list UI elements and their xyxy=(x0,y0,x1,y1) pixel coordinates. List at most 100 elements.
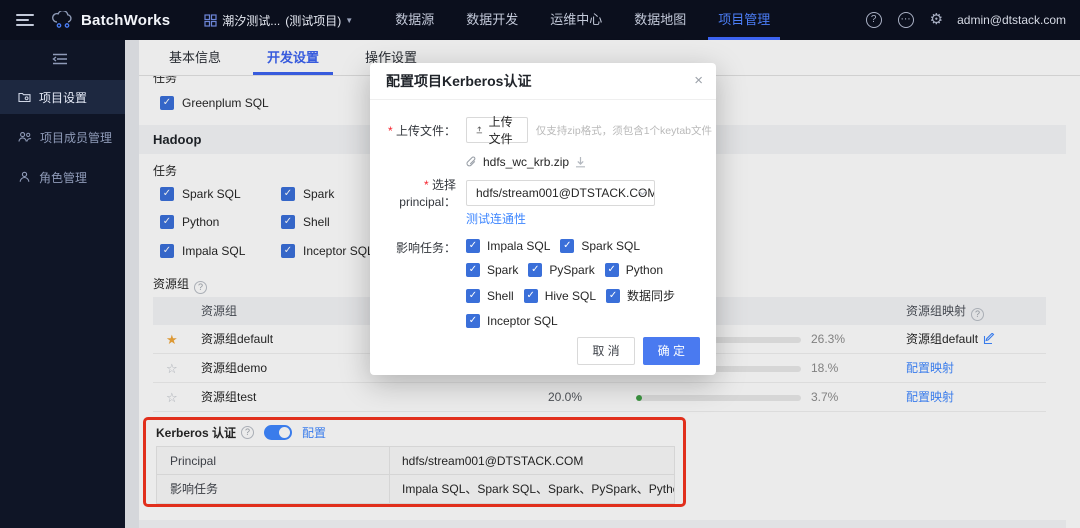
checkbox-checked-icon[interactable] xyxy=(604,263,619,277)
task-group-label: 任务 xyxy=(153,164,178,178)
kerberos-toggle-on[interactable] xyxy=(264,425,293,440)
checkbox-label: Python xyxy=(182,215,220,229)
sidebar-item-project-members[interactable]: 项目成员管理 xyxy=(0,120,125,154)
project-settings-icon xyxy=(18,92,31,103)
app-window: BatchWorks 潮汐测试... (测试项目) ▼ 数据源 数据开发 运维中… xyxy=(0,0,1080,528)
principal-selected-value: hdfs/stream001@DTSTACK.COM xyxy=(476,186,654,200)
edit-icon[interactable] xyxy=(983,327,995,356)
checkbox-checked-icon[interactable] xyxy=(466,239,480,253)
greenplum-checkbox-row: Greenplum SQL xyxy=(160,96,269,110)
resource-group-title: 资源组? xyxy=(153,275,208,294)
column-header-name: 资源组 xyxy=(201,304,238,318)
checkbox-checked-icon[interactable] xyxy=(606,288,621,303)
configure-mapping-link[interactable]: 配置映射 xyxy=(906,390,954,404)
checkbox-checked-icon[interactable] xyxy=(466,288,480,303)
task-option: Impala SQL xyxy=(466,239,550,253)
test-connectivity-row: 测试连通性 xyxy=(378,210,712,227)
resource-group-name: 资源组default xyxy=(201,332,274,346)
sidebar: 项目设置 项目成员管理 角色管理 xyxy=(0,40,125,528)
project-name: 潮汐测试... xyxy=(222,13,281,28)
top-nav-items: 数据源 数据开发 运维中心 数据地图 项目管理 xyxy=(379,0,786,40)
principal-label: 选择principal： xyxy=(378,176,456,210)
principal-select[interactable]: hdfs/stream001@DTSTACK.COM xyxy=(466,180,655,206)
nav-item-data-map[interactable]: 数据地图 xyxy=(618,0,702,40)
download-icon[interactable] xyxy=(575,156,586,168)
kerberos-title: Kerberos 认证 xyxy=(156,426,237,440)
project-switcher[interactable]: 潮汐测试... (测试项目) ▼ xyxy=(204,12,353,29)
help-icon[interactable]: ? xyxy=(865,12,882,28)
sidebar-item-project-settings[interactable]: 项目设置 xyxy=(0,80,125,114)
checkbox-checked-icon[interactable] xyxy=(466,263,480,277)
checkbox-checked-icon[interactable] xyxy=(281,215,295,229)
test-connectivity-link[interactable]: 测试连通性 xyxy=(466,210,526,227)
confirm-button[interactable]: 确 定 xyxy=(642,337,700,365)
modal-title: 配置项目Kerberos认证 xyxy=(386,73,532,89)
batchworks-logo-icon xyxy=(52,11,74,29)
table-row: 影响任务 Impala SQL、Spark SQL、Spark、PySpark、… xyxy=(157,475,674,503)
affected-tasks-label: 影响任务： xyxy=(395,241,456,255)
user-email[interactable]: admin@dtstack.com xyxy=(957,13,1066,27)
cancel-button[interactable]: 取 消 xyxy=(577,337,635,365)
help-circle-icon[interactable]: ? xyxy=(194,281,208,294)
checkbox-label: Impala SQL xyxy=(182,244,246,258)
gear-icon[interactable]: ⚙ xyxy=(930,12,943,28)
project-icon xyxy=(204,13,217,27)
task-option: Shell xyxy=(466,288,514,303)
checkbox-checked-icon[interactable] xyxy=(560,239,575,253)
kerberos-row-value: hdfs/stream001@DTSTACK.COM xyxy=(402,454,584,468)
message-icon[interactable]: ⋯ xyxy=(897,12,914,28)
kerberos-config-link[interactable]: 配置 xyxy=(302,424,326,441)
paperclip-icon xyxy=(466,156,476,167)
star-outline-icon[interactable] xyxy=(166,354,178,383)
top-nav-right: ? ⋯ ⚙ admin@dtstack.com xyxy=(850,12,1066,28)
checkbox-label: Spark SQL xyxy=(182,187,241,201)
checkbox-checked-icon[interactable] xyxy=(160,244,174,258)
resource-group-name: 资源组test xyxy=(201,390,257,404)
sidebar-item-label: 项目成员管理 xyxy=(40,130,113,145)
close-icon[interactable]: × xyxy=(694,72,703,90)
task-checkbox-row: Impala SQL xyxy=(160,244,245,258)
usage-progress-bar xyxy=(636,395,801,401)
upload-icon xyxy=(476,126,483,134)
mapping-cell: 配置映射 xyxy=(906,354,954,383)
nav-item-project-management[interactable]: 项目管理 xyxy=(702,0,786,40)
checkbox-checked-icon[interactable] xyxy=(281,244,295,258)
configure-mapping-link[interactable]: 配置映射 xyxy=(906,361,954,375)
nav-item-datasource[interactable]: 数据源 xyxy=(379,0,450,40)
star-outline-icon[interactable] xyxy=(166,383,178,412)
checkbox-checked-icon[interactable] xyxy=(281,187,295,201)
checkbox-checked-icon[interactable] xyxy=(160,187,174,201)
checkbox-checked-icon[interactable] xyxy=(160,96,174,110)
clipped-section-label: 任务 xyxy=(153,76,178,85)
kerberos-row-value: Impala SQL、Spark SQL、Spark、PySpark、Pytho… xyxy=(402,482,674,496)
tab-dev-settings[interactable]: 开发设置 xyxy=(253,40,334,75)
checkbox-checked-icon[interactable] xyxy=(160,215,174,229)
nav-item-ops-center[interactable]: 运维中心 xyxy=(534,0,618,40)
upload-file-button[interactable]: 上传文件 xyxy=(466,115,528,146)
role-icon xyxy=(19,171,30,182)
sidebar-item-label: 项目设置 xyxy=(39,90,88,105)
uploaded-file-name[interactable]: hdfs_wc_krb.zip xyxy=(483,155,569,169)
table-row: 资源组test 20.0% 3.7% 配置映射 xyxy=(153,383,1046,412)
modal-header: 配置项目Kerberos认证 × xyxy=(370,63,716,100)
checkbox-checked-icon[interactable] xyxy=(466,314,480,328)
task-option: Spark xyxy=(466,263,518,277)
upload-hint: 仅支持zip格式，须包含1个keytab文件 xyxy=(535,124,712,137)
chevron-down-icon: ▼ xyxy=(345,15,354,25)
star-filled-icon[interactable] xyxy=(166,325,178,354)
tab-basic-info[interactable]: 基本信息 xyxy=(155,40,235,75)
checkbox-checked-icon[interactable] xyxy=(523,288,538,303)
kerberos-config-modal: 配置项目Kerberos认证 × 上传文件： 上传文件 仅支持zip格式，须包含… xyxy=(370,63,716,375)
help-circle-icon[interactable]: ? xyxy=(241,426,255,439)
task-checkbox-row: Python xyxy=(160,215,219,229)
help-circle-icon[interactable]: ? xyxy=(971,308,985,321)
sidebar-item-role-management[interactable]: 角色管理 xyxy=(0,160,125,194)
hamburger-menu-icon[interactable] xyxy=(16,14,34,26)
kerberos-row-label: 影响任务 xyxy=(157,475,390,503)
nav-item-data-develop[interactable]: 数据开发 xyxy=(450,0,534,40)
kerberos-row-label: Principal xyxy=(157,447,390,474)
top-navbar: BatchWorks 潮汐测试... (测试项目) ▼ 数据源 数据开发 运维中… xyxy=(0,0,1080,40)
task-checkbox-row: Spark SQL xyxy=(160,187,241,201)
sidebar-collapse-icon[interactable] xyxy=(52,52,125,70)
checkbox-checked-icon[interactable] xyxy=(528,263,543,277)
